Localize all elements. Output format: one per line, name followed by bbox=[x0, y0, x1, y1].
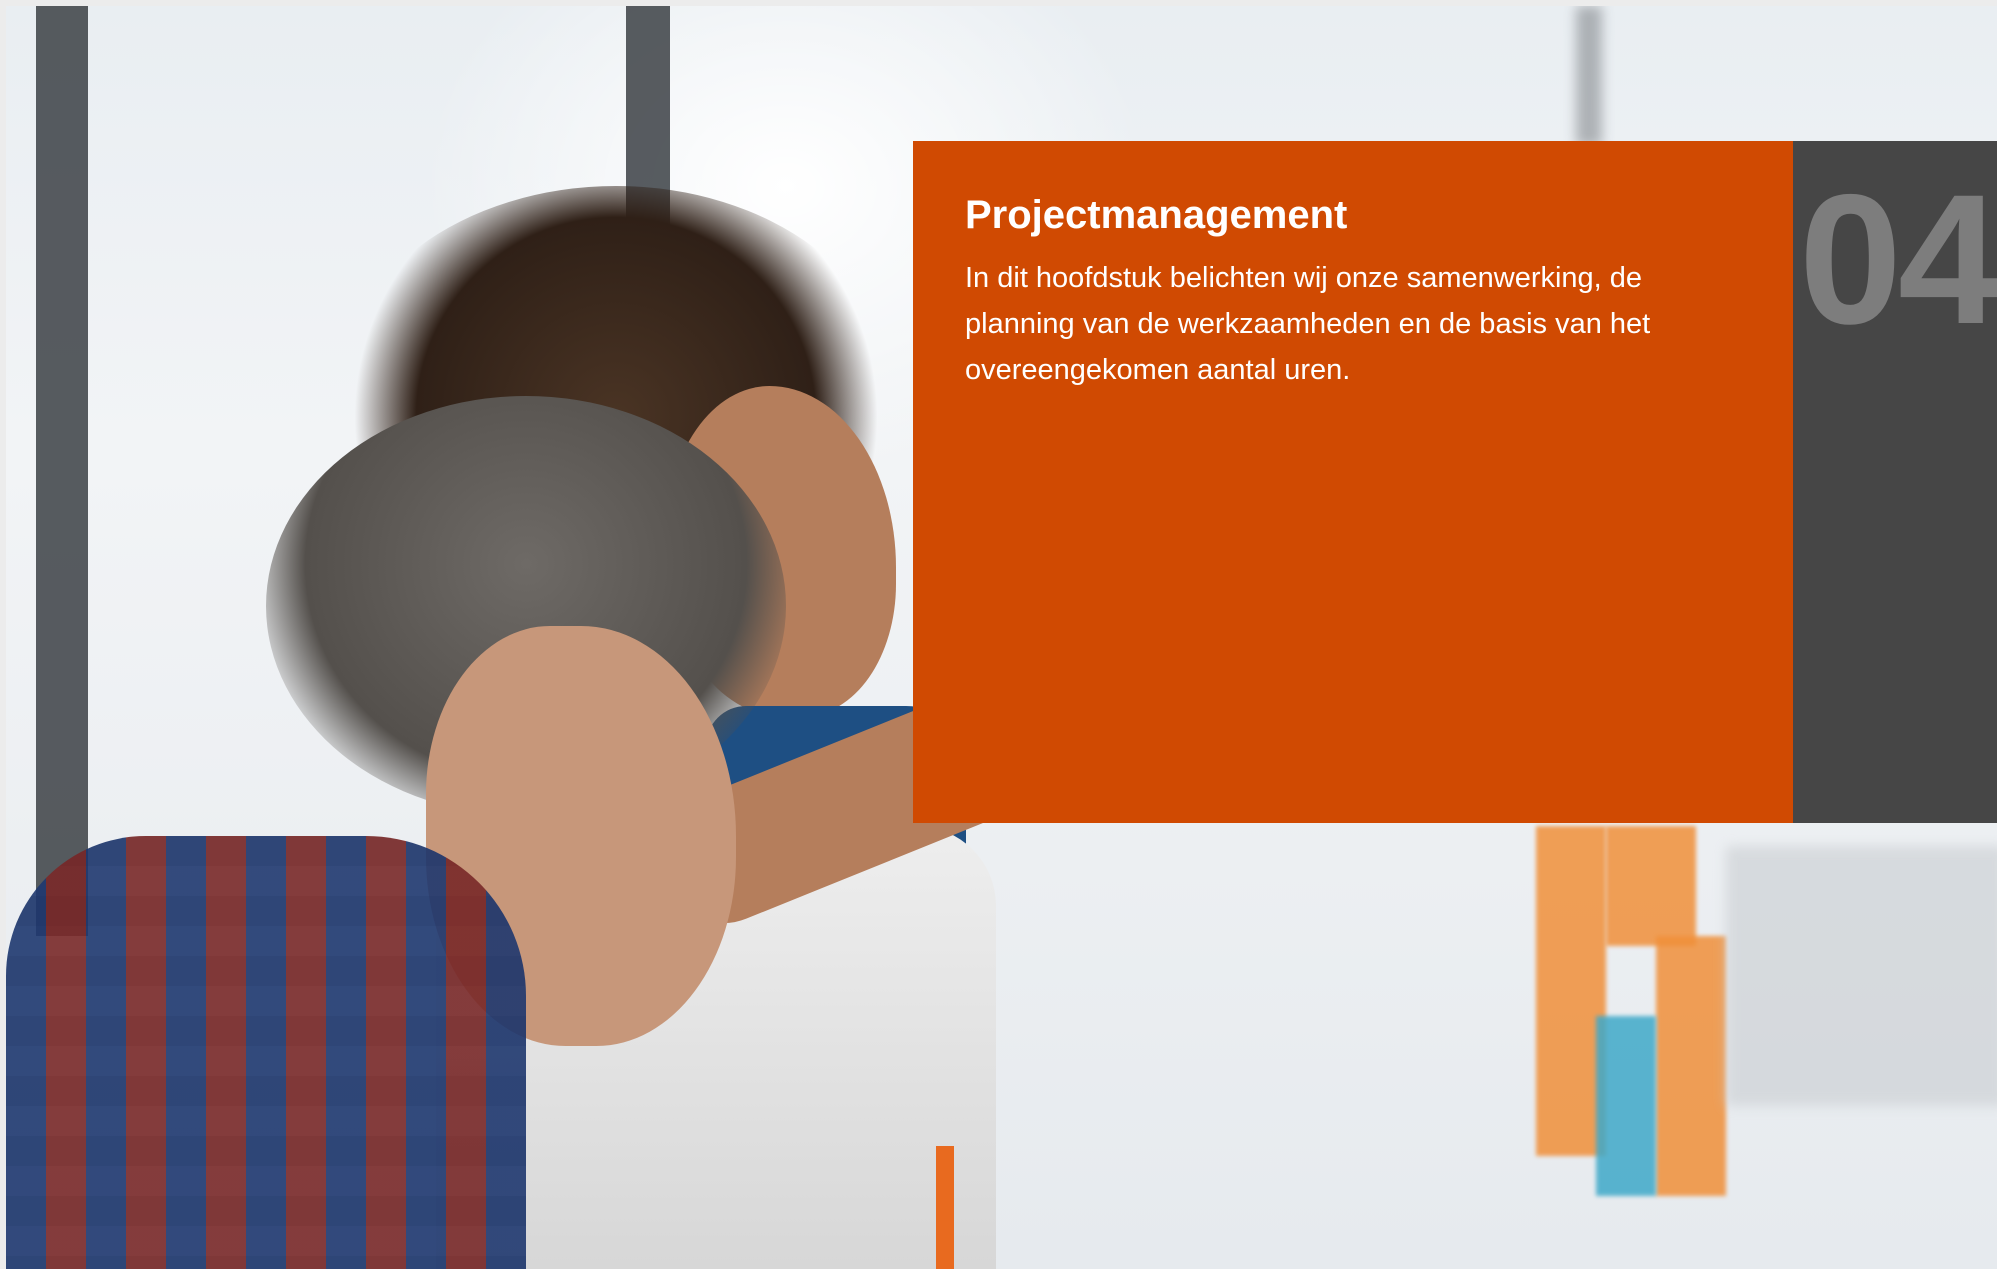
chapter-title: Projectmanagement bbox=[965, 193, 1348, 237]
sticky-note bbox=[1606, 826, 1696, 946]
glass-board-reflection bbox=[1726, 846, 1997, 1106]
chapter-cover-page: Projectmanagement In dit hoofdstuk belic… bbox=[0, 0, 1997, 1269]
man-plaid-shirt bbox=[6, 836, 526, 1269]
chapter-number: 04 bbox=[1799, 157, 1997, 363]
sticky-note bbox=[1656, 936, 1726, 1196]
window-frame-left bbox=[36, 6, 88, 936]
sticky-note bbox=[1596, 1016, 1656, 1196]
chapter-description: In dit hoofdstuk belichten wij onze same… bbox=[965, 262, 1651, 386]
chapter-intro-panel: Projectmanagement In dit hoofdstuk belic… bbox=[913, 141, 1793, 823]
chapter-number-panel: 04 bbox=[1793, 141, 1997, 823]
lanyard bbox=[936, 1146, 954, 1269]
window-frame-right bbox=[1576, 6, 1602, 146]
